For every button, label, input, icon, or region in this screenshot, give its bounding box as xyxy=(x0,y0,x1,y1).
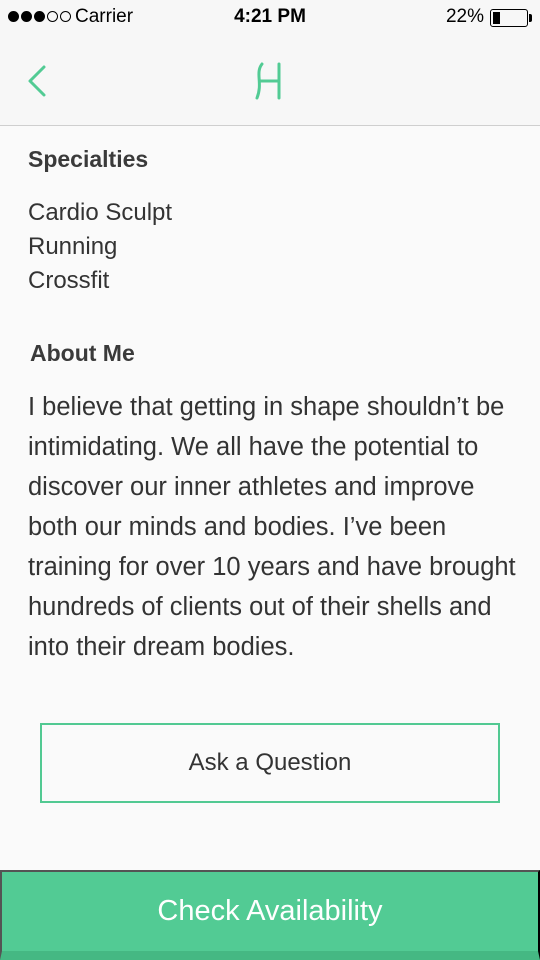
specialties-heading: Specialties xyxy=(28,146,149,172)
ask-question-button[interactable]: Ask a Question xyxy=(40,723,500,803)
brand-logo-icon xyxy=(255,62,281,100)
battery-icon xyxy=(490,9,528,27)
screen: Carrier 4:21 PM 22% Specialties Cardio S… xyxy=(0,0,540,960)
back-button[interactable] xyxy=(20,58,60,104)
specialty-item: Running xyxy=(28,233,118,260)
chevron-left-icon xyxy=(28,65,46,97)
check-availability-button[interactable]: Check Availability xyxy=(0,870,540,960)
battery-level xyxy=(493,12,500,24)
specialties-list: Cardio Sculpt Running Crossfit xyxy=(28,196,172,298)
about-text: I believe that getting in shape shouldn’… xyxy=(28,393,516,661)
nav-bar xyxy=(0,36,540,126)
battery-tip xyxy=(529,14,532,22)
battery-percent: 22% xyxy=(445,6,484,27)
specialty-item: Cardio Sculpt xyxy=(28,199,173,226)
about-heading: About Me xyxy=(30,340,135,366)
status-bar: Carrier 4:21 PM 22% xyxy=(0,0,540,36)
specialty-item: Crossfit xyxy=(28,267,110,294)
